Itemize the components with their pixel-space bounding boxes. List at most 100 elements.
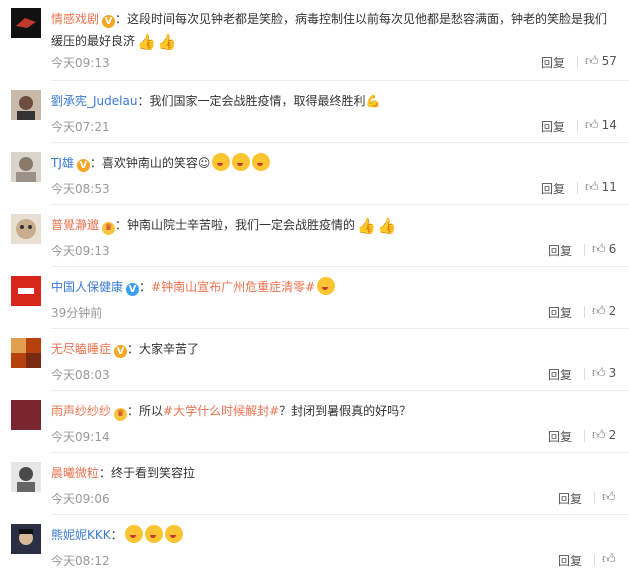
comment-body: 熊妮妮KKK： [51,524,619,546]
like-count: 3 [608,366,617,380]
comment-list: 情感戏剧 V ：这段时间每次见钟老都是笑脸，病毒控制住以前每次见他都是愁容满面，钟老… [0,0,629,570]
like-count: 11 [601,180,617,194]
comment-text: 我们国家一定会战胜疫情，取得最终胜利 [149,94,366,108]
comment-time: 今天09:14 [51,430,110,444]
action-divider [584,430,585,442]
row-divider [51,266,629,267]
like-button[interactable]: 👍︎ 2 [592,428,616,443]
comment-text: 喜欢钟南山的笑容 [101,156,198,170]
avatar[interactable] [11,214,41,244]
verified-badge-icon: V [126,283,140,296]
like-button[interactable]: 👍︎ 2 [592,304,616,319]
avatar[interactable] [11,8,41,38]
username-link[interactable]: 熊妮妮KKK [51,528,111,542]
username-link[interactable]: 雨声纱纱纱 [51,404,111,418]
action-divider [577,56,578,68]
thumbs-up-emoji-icon: 👍 [377,217,397,235]
thumb-up-outline-icon: 👍︎ [592,304,606,319]
comment-body: 情感戏剧 V ：这段时间每次见钟老都是笑脸，病毒控制住以前每次见他都是愁容满面，钟老… [51,12,608,51]
username-link[interactable]: 劉承宪_Judelau [51,94,137,108]
avatar[interactable] [11,276,41,306]
comment-item: 晨曦微粒：终于看到笑容拉 今天09:06 回复 👍︎ [0,460,629,510]
like-button[interactable]: 👍︎ 3 [592,366,616,381]
row-divider [51,452,629,453]
kiss-emoji-icon [212,153,231,171]
thumb-up-outline-icon: 👍︎ [602,552,616,567]
username-link[interactable]: 无尽瞌睡症 [51,342,111,356]
row-divider [51,514,629,515]
comment-time: 今天09:13 [51,56,110,70]
crown-badge-icon: ♛ [114,408,128,421]
action-divider [584,244,585,256]
topic-tag-link[interactable]: #大学什么时候解封# [163,404,279,418]
comment-time: 今天08:12 [51,554,110,568]
like-button[interactable]: 👍︎ 14 [585,118,617,133]
v-badge-icon: V [76,159,90,172]
like-count: 57 [601,54,617,68]
action-divider [577,182,578,194]
crown-badge-icon: ♛ [102,222,116,235]
thumb-up-outline-icon: 👍︎ [585,118,599,133]
action-divider [594,554,595,566]
kiss-emoji-icon [164,525,183,543]
comment-time: 今天08:53 [51,182,110,196]
thumbs-up-emoji-icon: 👍 [157,33,177,51]
row-divider [51,142,629,143]
reply-button[interactable]: 回复 [541,54,565,71]
reply-button[interactable]: 回复 [558,552,582,569]
reply-button[interactable]: 回复 [558,490,582,507]
kiss-emoji-icon [252,153,271,171]
row-divider [51,390,629,391]
thumb-up-outline-icon: 👍︎ [602,490,616,505]
avatar[interactable] [11,90,41,120]
like-button[interactable]: 👍︎ [602,490,619,505]
like-button[interactable]: 👍︎ 57 [585,54,617,69]
comment-body: 晨曦微粒：终于看到笑容拉 [51,466,196,480]
reply-button[interactable]: 回复 [541,180,565,197]
like-count: 2 [608,304,617,318]
username-link[interactable]: TJ雄 [51,156,74,170]
avatar[interactable] [11,400,41,430]
like-button[interactable]: 👍︎ 6 [592,242,616,257]
comment-text: 钟南山院士辛苦啦，我们一定会战胜疫情的 [127,218,356,232]
comment-time: 39分钟前 [51,306,103,320]
action-divider [584,368,585,380]
thumb-up-outline-icon: 👍︎ [585,180,599,195]
kiss-emoji-icon [124,525,143,543]
comment-body: 雨声纱纱纱 ♛ ：所以#大学什么时候解封#？封闭到暑假真的好吗？ [51,404,412,421]
like-button[interactable]: 👍︎ [602,552,619,567]
avatar[interactable] [11,462,41,492]
kiss-emoji-icon [144,525,163,543]
reply-button[interactable]: 回复 [548,242,572,259]
row-divider [51,204,629,205]
comment-item: 无尽瞌睡症 V ：大家辛苦了 今天08:03 回复 👍︎ 3 [0,336,629,386]
username-link[interactable]: 情感戏剧 [51,12,99,26]
comment-time: 今天09:13 [51,244,110,258]
avatar[interactable] [11,152,41,182]
username-link[interactable]: 中国人保健康 [51,280,123,294]
like-count: 14 [601,118,617,132]
action-divider [577,120,578,132]
avatar[interactable] [11,338,41,368]
action-divider [594,492,595,504]
row-divider [51,328,629,329]
like-count: 2 [608,428,617,442]
avatar[interactable] [11,524,41,554]
reply-button[interactable]: 回复 [548,428,572,445]
topic-tag-link[interactable]: #钟南山宣布广州危重症清零# [151,280,315,294]
reply-button[interactable]: 回复 [548,304,572,321]
kiss-emoji-icon [232,153,251,171]
comment-item: 中国人保健康 V ：#钟南山宣布广州危重症清零# 39分钟前 回复 👍︎ 2 [0,274,629,324]
comment-item: 熊妮妮KKK： 今天08:12 回复 👍︎ [0,522,629,570]
comment-time: 今天07:21 [51,120,110,134]
username-link[interactable]: 普覺瀞邈 [51,218,99,232]
like-button[interactable]: 👍︎ 11 [585,180,617,195]
thumbs-up-emoji-icon: 👍 [137,33,156,51]
comment-body: 劉承宪_Judelau：我们国家一定会战胜疫情，取得最终胜利💪 [51,94,381,108]
username-link[interactable]: 晨曦微粒 [51,466,99,480]
reply-button[interactable]: 回复 [548,366,572,383]
reply-button[interactable]: 回复 [541,118,565,135]
smile-emoji-icon: ☺ [197,156,211,170]
thumb-up-outline-icon: 👍︎ [592,428,606,443]
kiss-emoji-icon [317,277,336,295]
